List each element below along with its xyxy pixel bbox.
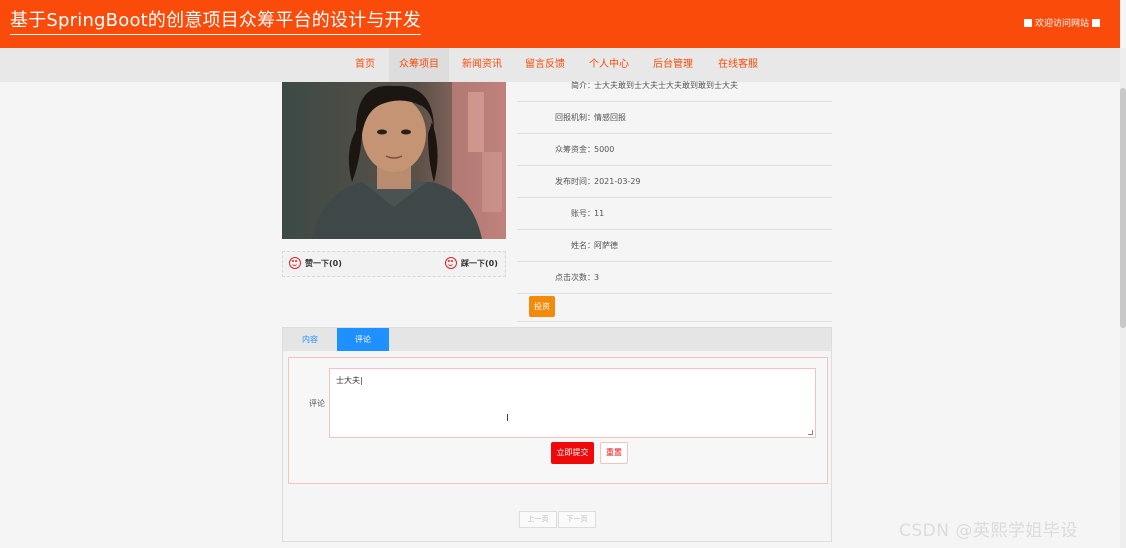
info-value: 情感回报 (594, 113, 626, 122)
welcome-text: 欢迎访问网站 (1034, 19, 1089, 29)
text-caret: | (360, 376, 363, 385)
project-image (282, 82, 506, 239)
tabs-panel: 内容 评论 评论 士大夫| I 立即提交 重置 上一页 下一页 (282, 327, 832, 542)
tab-comments[interactable]: 评论 (337, 328, 389, 351)
page-scrollbar[interactable] (1120, 48, 1126, 548)
info-row-name: 姓名： 阿萨德 (517, 230, 832, 262)
submit-button[interactable]: 立即提交 (551, 442, 594, 464)
square-icon (1023, 18, 1032, 27)
resize-handle-icon[interactable] (808, 430, 813, 435)
nav-item-feedback[interactable]: 留言反馈 (520, 48, 570, 82)
tab-content[interactable]: 内容 (283, 328, 337, 351)
info-label: 回报机制： (555, 113, 595, 122)
info-value: 3 (594, 273, 600, 282)
portrait-photo-icon (282, 82, 506, 239)
text-cursor-icon: I (506, 413, 509, 424)
main-nav: 首页 众筹项目 新闻资讯 留言反馈 个人中心 后台管理 在线客服 (0, 48, 1120, 82)
watermark-text: CSDN @英熙学姐毕设 (899, 521, 1078, 541)
reset-button[interactable]: 重置 (600, 442, 628, 464)
dislike-label: 踩一下(0) (461, 258, 498, 268)
smiley-icon (445, 257, 457, 269)
nav-item-profile[interactable]: 个人中心 (584, 48, 634, 82)
comment-form: 评论 士大夫| I 立即提交 重置 (288, 357, 828, 484)
info-label: 简介： (571, 81, 595, 90)
info-value: 阿萨德 (594, 241, 618, 250)
nav-item-crowdfunding[interactable]: 众筹项目 (389, 48, 449, 82)
nav-item-news[interactable]: 新闻资讯 (457, 48, 507, 82)
dislike-button[interactable]: 踩一下(0) (445, 257, 498, 269)
vote-bar: 赞一下(0) 踩一下(0) (282, 251, 506, 277)
comment-textarea[interactable]: 士大夫| I (329, 368, 816, 438)
nav-item-admin[interactable]: 后台管理 (648, 48, 698, 82)
nav-item-support[interactable]: 在线客服 (713, 48, 763, 82)
info-row-return: 回报机制： 情感回报 (517, 102, 832, 134)
nav-item-home[interactable]: 首页 (350, 48, 380, 82)
like-label: 赞一下(0) (305, 258, 342, 268)
info-row-clicks: 点击次数： 3 (517, 262, 832, 294)
info-label: 姓名： (571, 241, 595, 250)
info-label: 发布时间： (555, 177, 595, 186)
like-button[interactable]: 赞一下(0) (289, 257, 342, 269)
next-page-button[interactable]: 下一页 (558, 511, 596, 528)
prev-page-button[interactable]: 上一页 (519, 511, 557, 528)
info-value: 2021-03-29 (594, 177, 641, 186)
welcome-area: 欢迎访问网站 (1023, 16, 1100, 29)
info-row-date: 发布时间： 2021-03-29 (517, 166, 832, 198)
square-icon (1092, 18, 1100, 27)
comment-label: 评论 (309, 399, 325, 408)
site-title[interactable]: 基于SpringBoot的创意项目众筹平台的设计与开发 (10, 10, 421, 35)
smiley-icon (289, 257, 301, 269)
action-row: 投资 (517, 292, 832, 322)
info-value: 5000 (594, 145, 615, 154)
info-value: 士大夫敢到士大夫士大夫敢到敢到士大夫 (594, 81, 738, 90)
info-label: 众筹资金： (555, 145, 595, 154)
invest-button[interactable]: 投资 (529, 296, 555, 317)
project-info-table: 简介： 士大夫敢到士大夫士大夫敢到敢到士大夫 回报机制： 情感回报 众筹资金： … (517, 82, 832, 294)
info-row-summary: 简介： 士大夫敢到士大夫士大夫敢到敢到士大夫 (517, 82, 832, 102)
info-label: 账号： (571, 209, 595, 218)
comment-text: 士大夫 (336, 376, 360, 385)
info-row-account: 账号： 11 (517, 198, 832, 230)
info-row-funding: 众筹资金： 5000 (517, 134, 832, 166)
scrollbar-thumb[interactable] (1120, 88, 1126, 328)
info-value: 11 (594, 209, 605, 218)
tab-header: 内容 评论 (283, 328, 831, 351)
info-label: 点击次数： (555, 273, 595, 282)
header-bar: 基于SpringBoot的创意项目众筹平台的设计与开发 欢迎访问网站 (0, 0, 1120, 48)
